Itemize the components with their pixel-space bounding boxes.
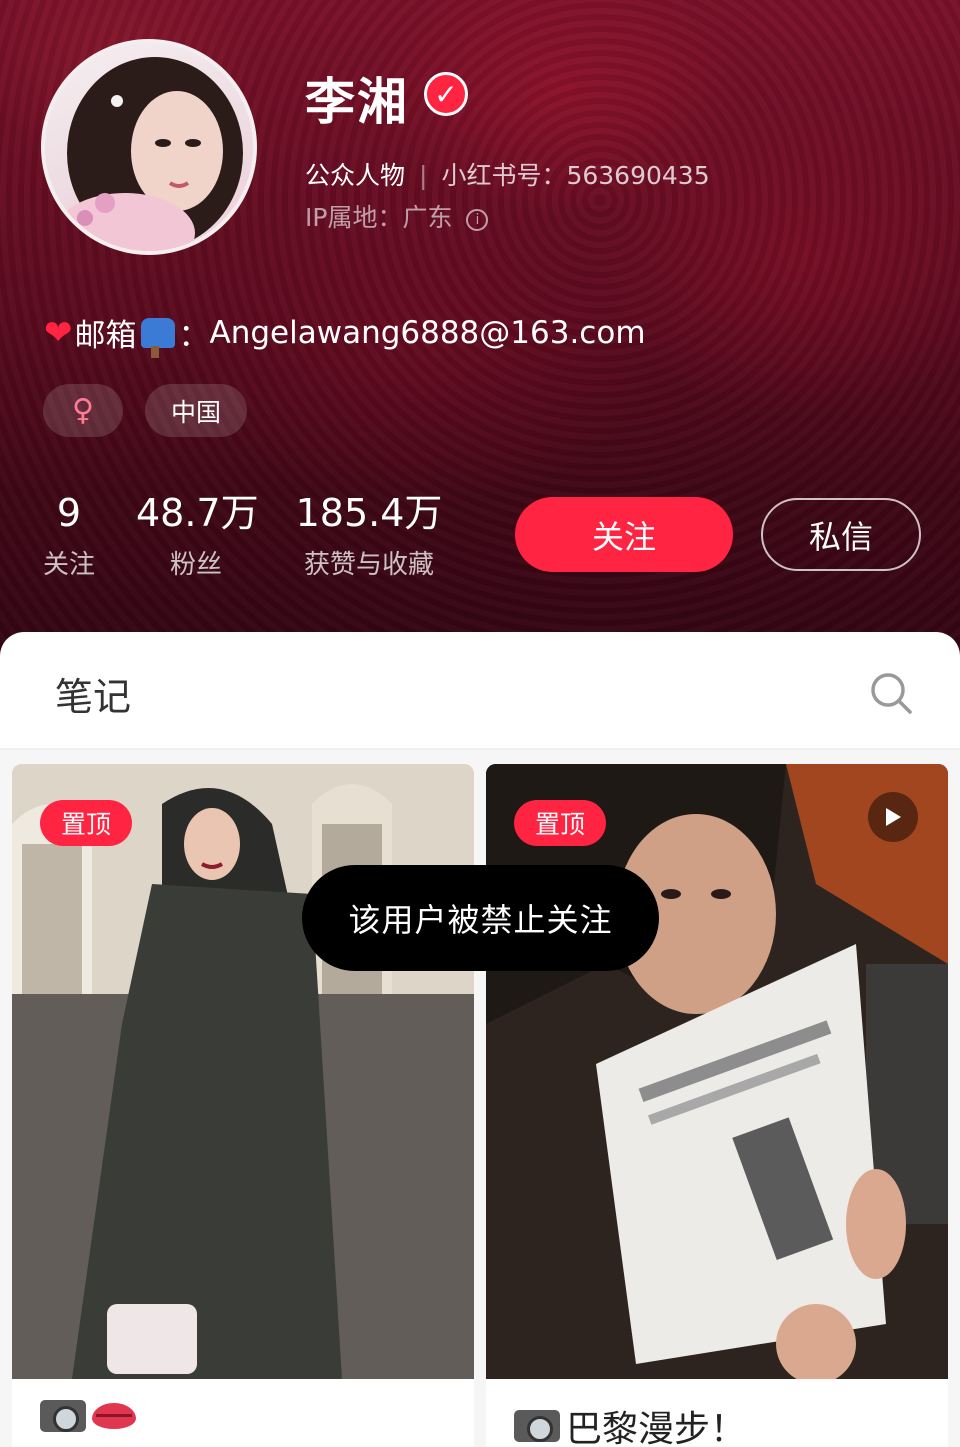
verified-badge-icon: ✓	[424, 72, 468, 116]
bio-email: Angelawang6888@163.com	[209, 314, 646, 351]
avatar-portrait	[55, 57, 243, 251]
stat-following-label: 关注	[42, 550, 95, 580]
tab-notes[interactable]: 笔记	[55, 666, 131, 721]
meta-divider: |	[419, 161, 428, 190]
note-title	[40, 1400, 140, 1432]
note-cover-image[interactable]: 置顶	[12, 764, 474, 1379]
camera-icon	[514, 1410, 560, 1442]
cover-illustration	[486, 764, 948, 1379]
note-title: 巴黎漫步！	[514, 1400, 746, 1447]
bio-colon: ：	[178, 318, 210, 354]
mailbox-icon	[140, 317, 175, 358]
note-title-text: 巴黎漫步！	[566, 1409, 747, 1447]
stat-likes-value: 185.4万	[295, 491, 443, 535]
heart-icon: ❤	[44, 312, 73, 353]
profile-bio: ❤ 邮箱 ： Angelawang6888@163.com	[44, 310, 646, 358]
avatar[interactable]	[41, 39, 257, 255]
note-cover-image[interactable]: 置顶	[486, 764, 948, 1379]
play-icon[interactable]	[868, 792, 918, 842]
stat-likes-label: 获赞与收藏	[303, 550, 434, 580]
stat-likes[interactable]: 185.4万 获赞与收藏	[292, 490, 446, 581]
stat-following-value: 9	[56, 491, 82, 535]
notes-feed: 置顶 置顶 巴黎漫步！	[0, 750, 960, 1447]
pinned-badge: 置顶	[514, 800, 606, 846]
toast-message: 该用户被禁止关注	[302, 865, 659, 971]
lips-icon	[92, 1403, 136, 1429]
ip-location-text: IP属地：广东	[305, 203, 453, 232]
stat-following[interactable]: 9 关注	[38, 490, 100, 581]
ip-location: IP属地：广东 i	[305, 198, 489, 234]
profile-tags: ♀ 中国	[43, 384, 247, 437]
follow-button[interactable]: 关注	[515, 497, 733, 572]
region-tag: 中国	[145, 384, 247, 437]
notes-tabbar: 笔记	[0, 632, 960, 750]
cover-illustration	[12, 764, 474, 1379]
stat-followers[interactable]: 48.7万 粉丝	[136, 490, 259, 581]
profile-meta: 公众人物 | 小红书号：563690435	[305, 156, 710, 192]
pinned-badge: 置顶	[40, 800, 132, 846]
camera-icon	[40, 1400, 86, 1432]
stat-followers-value: 48.7万	[136, 491, 259, 535]
profile-name: 李湘	[305, 73, 409, 131]
profile-role: 公众人物	[305, 161, 406, 190]
bio-email-label: 邮箱	[74, 318, 137, 354]
search-icon[interactable]	[868, 670, 914, 716]
info-icon[interactable]: i	[466, 209, 489, 231]
message-button[interactable]: 私信	[761, 498, 921, 571]
stat-followers-label: 粉丝	[169, 550, 222, 580]
gender-tag: ♀	[43, 384, 123, 437]
profile-id[interactable]: 小红书号：563690435	[441, 161, 709, 190]
play-triangle	[886, 808, 901, 826]
